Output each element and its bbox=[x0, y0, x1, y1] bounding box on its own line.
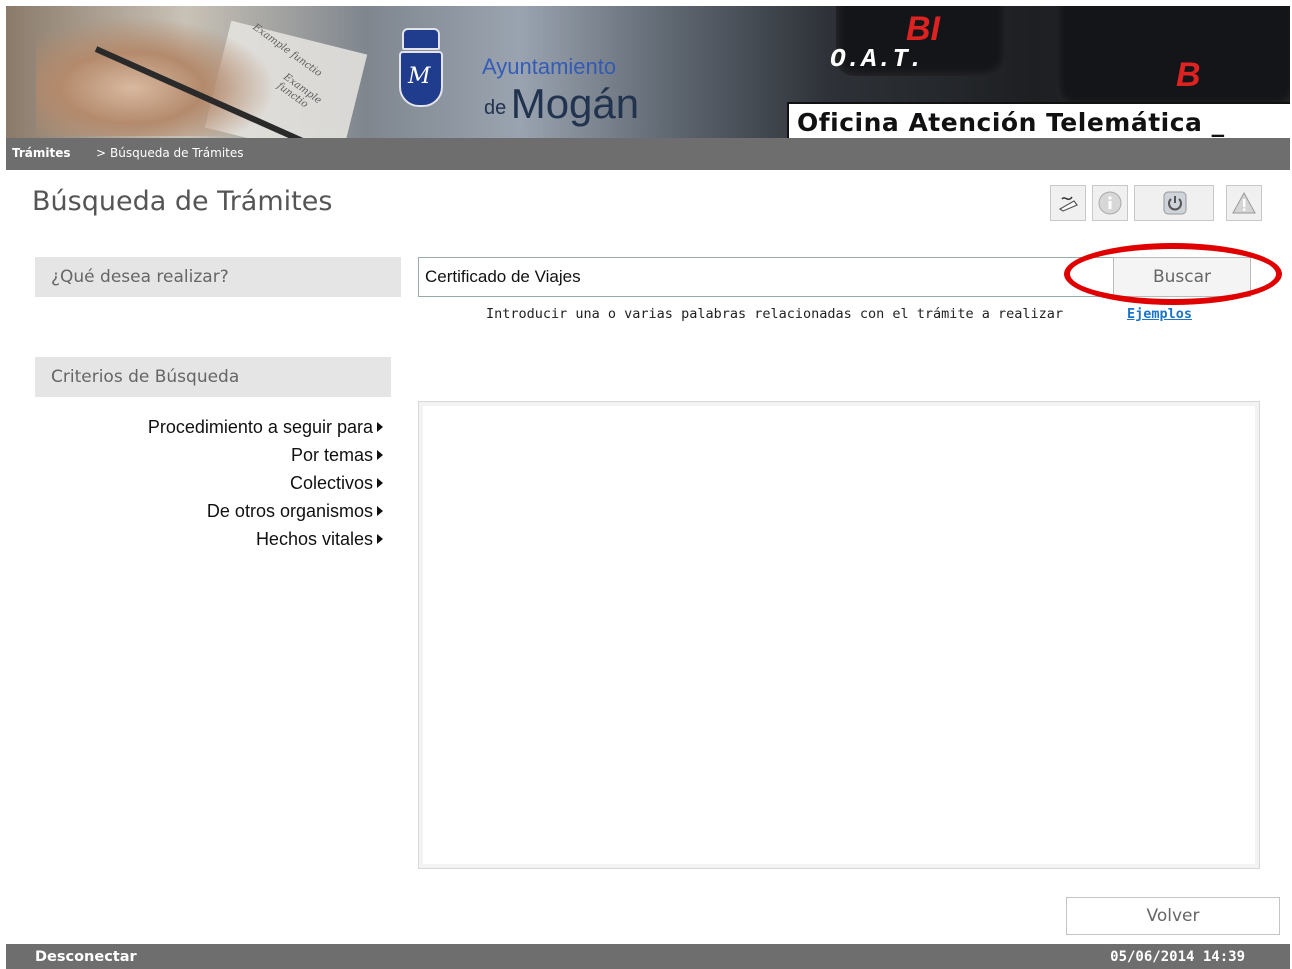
back-button[interactable]: Volver bbox=[1066, 897, 1280, 935]
brand-name: Mogán bbox=[510, 80, 640, 127]
brand-de: de bbox=[484, 97, 507, 119]
crest-crown-icon bbox=[402, 28, 440, 50]
breadcrumb-root[interactable]: Trámites bbox=[12, 146, 71, 160]
search-label-box: ¿Qué desea realizar? bbox=[35, 257, 401, 297]
crest-shield-icon: M bbox=[399, 51, 443, 107]
criteria-item-label: Procedimiento a seguir para bbox=[147, 417, 373, 437]
breadcrumb-current: Búsqueda de Trámites bbox=[110, 146, 244, 160]
criteria-item-label: Colectivos bbox=[289, 473, 373, 493]
paper-text: Example functio bbox=[274, 71, 324, 111]
criteria-item-label: Por temas bbox=[290, 445, 373, 465]
datetime: 05/06/2014 14:39 bbox=[1110, 949, 1245, 965]
search-button[interactable]: Buscar bbox=[1113, 257, 1251, 297]
examples-link[interactable]: Ejemplos bbox=[1127, 306, 1192, 322]
keyboard-key: B bbox=[1056, 6, 1290, 106]
office-title: Oficina Atención Telemática _ bbox=[797, 108, 1225, 137]
search-hint: Introducir una o varias palabras relacio… bbox=[486, 306, 1064, 322]
criteria-header: Criterios de Búsqueda bbox=[35, 357, 391, 397]
caret-right-icon bbox=[377, 450, 383, 460]
criteria-list: Procedimiento a seguir para Por temas Co… bbox=[35, 415, 383, 555]
search-label: ¿Qué desea realizar? bbox=[51, 267, 229, 287]
warning-icon bbox=[1232, 191, 1256, 214]
breadcrumb-separator: > bbox=[96, 146, 107, 160]
signature-icon bbox=[1058, 196, 1078, 212]
office-title-box: Oficina Atención Telemática _ bbox=[787, 102, 1290, 138]
caret-right-icon bbox=[377, 422, 383, 432]
criteria-item-colectivos[interactable]: Colectivos bbox=[35, 471, 383, 499]
results-panel bbox=[418, 401, 1260, 869]
power-icon bbox=[1163, 191, 1187, 215]
criteria-item-organismos[interactable]: De otros organismos bbox=[35, 499, 383, 527]
criteria-title: Criterios de Búsqueda bbox=[51, 367, 240, 387]
logout-link[interactable]: Desconectar bbox=[35, 949, 137, 965]
brand-line1: Ayuntamiento bbox=[482, 54, 617, 79]
info-icon bbox=[1098, 191, 1122, 215]
criteria-item-label: Hechos vitales bbox=[255, 529, 373, 549]
power-button[interactable] bbox=[1134, 185, 1214, 221]
caret-right-icon bbox=[377, 478, 383, 488]
info-button[interactable] bbox=[1092, 185, 1128, 221]
criteria-item-label: De otros organismos bbox=[206, 501, 373, 521]
page: Example functio Example functio BI B M A… bbox=[0, 0, 1292, 969]
footer-bar: Desconectar 05/06/2014 14:39 bbox=[6, 944, 1290, 969]
header-banner: Example functio Example functio BI B M A… bbox=[6, 6, 1290, 138]
warning-button[interactable] bbox=[1226, 185, 1262, 221]
criteria-item-procedimiento[interactable]: Procedimiento a seguir para bbox=[35, 415, 383, 443]
caret-right-icon bbox=[377, 506, 383, 516]
ort-label: O.A.T. bbox=[830, 44, 924, 74]
page-title: Búsqueda de Trámites bbox=[32, 186, 333, 217]
signature-button[interactable] bbox=[1050, 185, 1086, 221]
caret-right-icon bbox=[377, 534, 383, 544]
criteria-item-hechos-vitales[interactable]: Hechos vitales bbox=[35, 527, 383, 555]
search-input[interactable] bbox=[418, 257, 1114, 297]
brand-line2: de Mogán bbox=[484, 80, 639, 128]
breadcrumb: Trámites > Búsqueda de Trámites bbox=[6, 138, 1290, 170]
criteria-item-temas[interactable]: Por temas bbox=[35, 443, 383, 471]
